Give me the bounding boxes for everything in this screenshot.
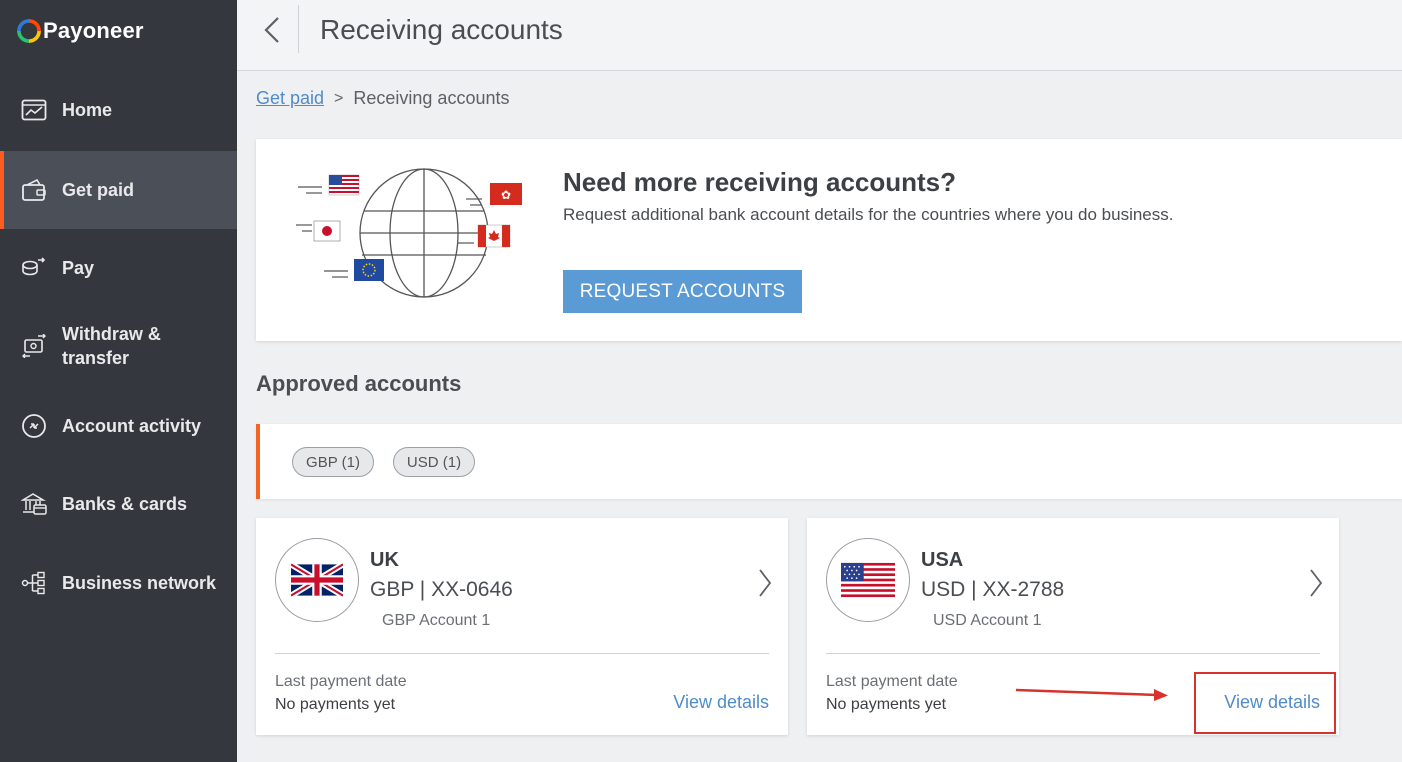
brand-name: Payoneer	[43, 18, 144, 43]
sidebar: Payoneer Home Get paid Pay Withdraw & tr…	[0, 0, 237, 762]
card-divider	[275, 653, 769, 654]
last-payment-value: No payments yet	[275, 696, 396, 713]
last-payment-label: Last payment date	[275, 673, 407, 690]
promo-title: Need more receiving accounts?	[563, 167, 957, 197]
filter-chip-gbp[interactable]: GBP (1)	[292, 447, 374, 477]
wallet-icon	[21, 177, 47, 203]
sidebar-item-get-paid[interactable]: Get paid	[0, 151, 237, 229]
sidebar-item-label-line2: transfer	[62, 348, 130, 368]
bank-icon	[21, 491, 47, 517]
uk-flag-icon	[275, 538, 359, 622]
logo-ring-icon	[17, 19, 41, 43]
account-name: GBP Account 1	[382, 612, 491, 629]
network-icon	[21, 570, 47, 596]
last-payment-label: Last payment date	[826, 673, 958, 690]
account-number: GBP | XX-0646	[370, 578, 513, 601]
breadcrumb-link-get-paid[interactable]: Get paid	[256, 88, 324, 109]
activity-icon	[21, 413, 47, 439]
chevron-right-icon[interactable]	[758, 568, 772, 598]
pay-icon	[21, 255, 47, 281]
transfer-icon	[21, 333, 47, 359]
filter-chip-usd[interactable]: USD (1)	[393, 447, 475, 477]
back-button[interactable]	[257, 14, 287, 46]
currency-filter-bar: GBP (1) USD (1)	[256, 424, 1402, 499]
sidebar-item-label: Home	[62, 100, 113, 120]
page-title: Receiving accounts	[320, 14, 563, 45]
chevron-left-icon	[264, 17, 279, 43]
sidebar-item-account-activity[interactable]: Account activity	[0, 398, 237, 454]
payoneer-logo[interactable]: Payoneer	[17, 16, 144, 46]
chevron-right-icon[interactable]	[1309, 568, 1323, 598]
card-divider	[826, 653, 1320, 654]
sidebar-item-label: Withdraw & transfer	[62, 322, 161, 370]
us-flag-icon	[826, 538, 910, 622]
breadcrumb: Get paid > Receiving accounts	[256, 88, 509, 109]
breadcrumb-separator-icon: >	[334, 89, 344, 107]
account-number: USD | XX-2788	[921, 578, 1065, 601]
request-accounts-button[interactable]: REQUEST ACCOUNTS	[563, 270, 802, 313]
promo-subtitle: Request additional bank account details …	[563, 205, 1174, 224]
sidebar-item-label: Account activity	[62, 416, 202, 436]
account-card-uk[interactable]: UK GBP | XX-0646 GBP Account 1 Last paym…	[256, 518, 788, 735]
svg-text:✿: ✿	[501, 188, 511, 202]
sidebar-item-pay[interactable]: Pay	[0, 240, 237, 296]
breadcrumb-current: Receiving accounts	[353, 88, 510, 108]
sidebar-item-label-line1: Withdraw &	[62, 324, 161, 344]
annotation-arrow-icon	[1015, 688, 1168, 701]
view-details-link[interactable]: View details	[673, 692, 769, 713]
sidebar-item-business-network[interactable]: Business network	[0, 555, 237, 611]
globe-flags-illustration: ✿	[296, 168, 522, 298]
sidebar-item-label: Pay	[62, 258, 95, 278]
sidebar-item-label: Business network	[62, 573, 217, 593]
sidebar-item-withdraw-transfer[interactable]: Withdraw & transfer	[0, 318, 237, 374]
sidebar-item-label: Banks & cards	[62, 494, 188, 514]
sidebar-item-label: Get paid	[62, 180, 135, 200]
header-bar: Receiving accounts	[237, 0, 1402, 71]
approved-accounts-heading: Approved accounts	[256, 371, 462, 396]
account-country: USA	[921, 549, 964, 571]
sidebar-item-home[interactable]: Home	[0, 82, 237, 138]
header-divider	[298, 5, 299, 53]
sidebar-item-banks-cards[interactable]: Banks & cards	[0, 476, 237, 532]
account-name: USD Account 1	[933, 612, 1042, 629]
last-payment-value: No payments yet	[826, 696, 947, 713]
request-accounts-card: ✿ Need more receiving accounts? Request …	[256, 139, 1402, 341]
chart-icon	[21, 97, 47, 123]
annotation-highlight-box	[1194, 672, 1336, 734]
account-country: UK	[370, 549, 399, 571]
